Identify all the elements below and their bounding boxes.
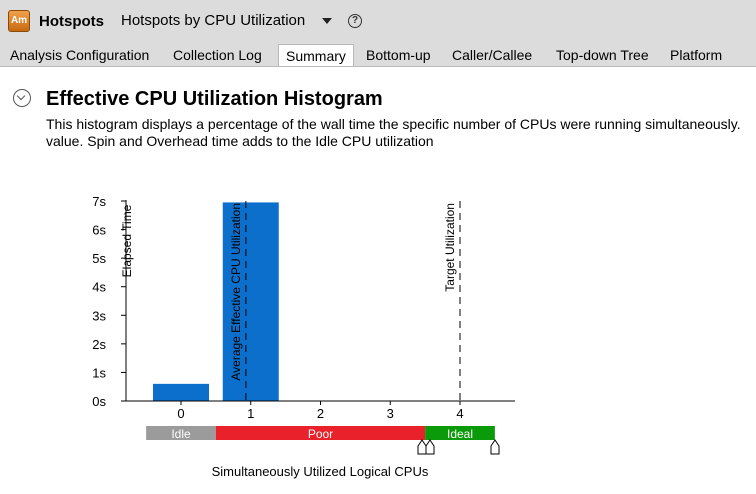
threshold-slider-handle-icon[interactable] (425, 439, 435, 455)
x-tick-label: 1 (247, 406, 254, 421)
y-tick-label: 6s (92, 223, 106, 238)
y-tick-label: 5s (92, 251, 106, 266)
y-tick-label: 2s (92, 337, 106, 352)
marker-label-0: Average Effective CPU Utilization (229, 203, 243, 381)
threshold-slider-handle-icon[interactable] (417, 439, 427, 455)
x-tick-label: 4 (456, 406, 463, 421)
x-axis-label: Simultaneously Utilized Logical CPUs (212, 464, 429, 479)
marker-label-1: Target Utilization (443, 203, 457, 292)
cpu-utilization-histogram: 0s 1s 2s 3s 4s 5s 6s 7s 0 1 2 3 4 Elapsed Time Average… (92, 194, 515, 479)
threshold-slider-handle-icon[interactable] (490, 439, 500, 455)
x-tick-label: 0 (177, 406, 184, 421)
x-tick-label: 2 (317, 406, 324, 421)
utilization-band-label: Poor (308, 427, 333, 441)
utilization-band-label: Ideal (447, 427, 473, 441)
y-tick-label: 1s (92, 365, 106, 380)
x-tick-label: 3 (387, 406, 394, 421)
y-axis-label: Elapsed Time (120, 204, 134, 277)
y-tick-label: 7s (92, 194, 106, 209)
y-tick-label: 3s (92, 308, 106, 323)
y-tick-label: 4s (92, 280, 106, 295)
y-tick-label: 0s (92, 394, 106, 409)
bar-0 (153, 383, 209, 401)
utilization-band-label: Idle (171, 427, 191, 441)
